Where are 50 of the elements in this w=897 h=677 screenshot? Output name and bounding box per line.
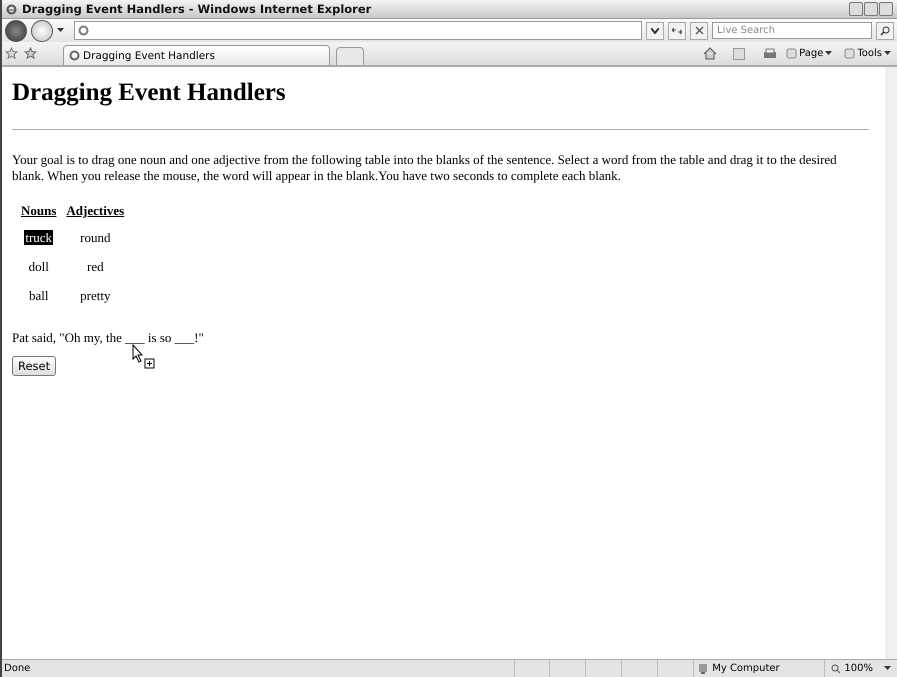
command-menu[interactable]: Page [783, 48, 836, 59]
reset-button[interactable]: Reset [12, 356, 56, 376]
status-text: Done [3, 663, 32, 674]
chevron-icon [651, 28, 659, 34]
column-header: Nouns [20, 202, 58, 220]
draggable-word[interactable]: pretty [79, 288, 112, 303]
minimize-button[interactable] [849, 2, 863, 16]
zone-text: My Computer [712, 663, 780, 674]
back-button[interactable] [5, 20, 27, 42]
address-field[interactable] [74, 21, 642, 40]
draggable-word[interactable]: round [79, 230, 112, 245]
zoom-control[interactable]: 100% [824, 660, 897, 677]
page-icon [69, 50, 80, 61]
dropdown-button[interactable] [646, 22, 664, 40]
draggable-word[interactable]: ball [28, 288, 50, 303]
column-header: Adjectives [65, 202, 126, 220]
home-icon[interactable] [703, 47, 718, 60]
window-title: Dragging Event Handlers - Windows Internet Explorer [22, 2, 372, 16]
page-heading: Dragging Event Handlers [12, 79, 287, 107]
magnifier-icon [831, 664, 842, 674]
star-plus-icon[interactable] [24, 47, 37, 60]
draggable-word[interactable]: truck [24, 230, 54, 245]
search-button[interactable] [876, 22, 894, 40]
search-field[interactable]: Live Search [712, 22, 872, 39]
browser-tab[interactable]: Dragging Event Handlers [63, 45, 330, 65]
fill-in-sentence: Pat said, "Oh my, the ___ is so ___!" [12, 330, 204, 345]
caret-icon[interactable] [57, 28, 64, 33]
drag-cursor-icon [132, 344, 156, 370]
computer-icon [698, 662, 708, 674]
browser-logo-icon [6, 4, 17, 14]
forward-button[interactable] [31, 20, 53, 42]
close-button[interactable] [879, 2, 893, 16]
search-icon [880, 26, 890, 36]
menu-icon [844, 48, 856, 59]
caret-icon [884, 666, 891, 671]
caret-icon [884, 51, 891, 56]
stop-button[interactable] [690, 22, 708, 40]
maximize-button[interactable] [864, 2, 878, 16]
menu-icon [786, 48, 798, 59]
star-icon[interactable] [5, 47, 18, 60]
command-menu[interactable]: Tools [841, 48, 894, 59]
instructions-paragraph: Your goal is to drag one noun and one adjective from the following table into the blanks of the sentence. Select a word from the table and drag it to the desired blank. When you release the mouse, the word will appear in the blank.You have two seconds to complete each blank. [12, 152, 838, 184]
draggable-word[interactable]: doll [28, 259, 50, 274]
close-icon [694, 26, 704, 35]
printer-icon[interactable] [763, 48, 778, 60]
draggable-word[interactable]: red [86, 259, 105, 274]
refresh-button[interactable] [668, 22, 686, 40]
refresh-icon [672, 26, 682, 34]
caret-icon [825, 51, 832, 56]
page-icon [78, 25, 89, 36]
